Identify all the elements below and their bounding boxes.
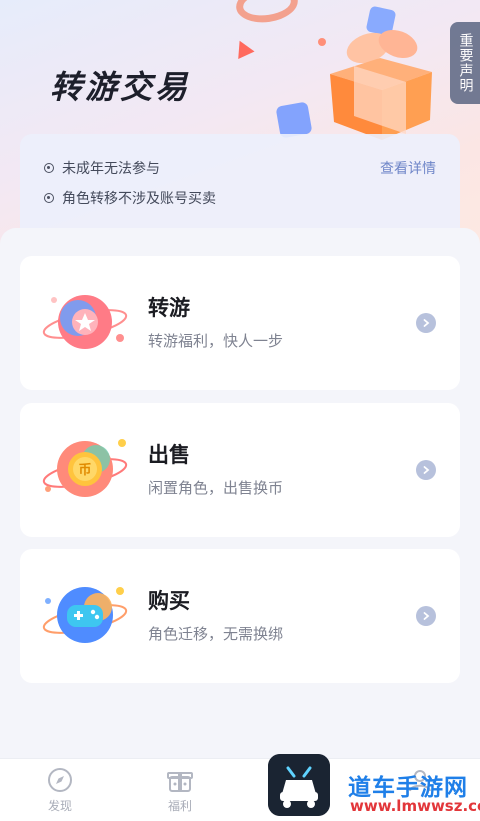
gift-box-illustration: [330, 29, 432, 140]
menu-card-transfer[interactable]: 转游 转游福利，快人一步: [20, 256, 460, 390]
info-item-text: 未成年无法参与: [62, 161, 160, 177]
important-notice-tab[interactable]: 重要声明: [450, 22, 480, 104]
chevron-right-icon[interactable]: [416, 460, 436, 480]
nav-item-discover[interactable]: 发现: [30, 767, 90, 814]
menu-card-sell[interactable]: 币 出售 闲置角色，出售换币: [20, 403, 460, 537]
menu-title: 购买: [148, 589, 190, 613]
menu-subtitle: 闲置角色，出售换币: [148, 479, 284, 497]
decor-cone: [231, 36, 255, 60]
menu-title: 出售: [148, 443, 190, 467]
bullet-icon: [44, 193, 54, 203]
info-item: 角色转移不涉及账号买卖: [44, 188, 216, 208]
compass-icon: [48, 768, 72, 792]
view-details-link[interactable]: 查看详情: [380, 158, 436, 178]
gift-box-icon: [167, 772, 193, 792]
nav-label: 发现: [47, 799, 72, 813]
svg-text:币: 币: [78, 463, 91, 478]
chevron-right-icon[interactable]: [416, 606, 436, 626]
info-item-text: 角色转移不涉及账号买卖: [62, 191, 216, 207]
star-planet-icon: [42, 295, 128, 349]
info-card: 未成年无法参与 角色转移不涉及账号买卖 查看详情: [20, 134, 460, 236]
menu-title: 转游: [148, 296, 190, 320]
menu-card-buy[interactable]: 购买 角色迁移，无需换绑: [20, 549, 460, 683]
decor-cube: [275, 101, 313, 139]
chevron-right-icon[interactable]: [416, 313, 436, 333]
bullet-icon: [44, 163, 54, 173]
watermark-url: www.lmwwsz.com: [350, 797, 480, 815]
nav-label: 福利: [167, 799, 192, 813]
decor-ring: [233, 0, 301, 27]
page-title: 转游交易: [50, 68, 191, 106]
info-item: 未成年无法参与: [44, 158, 160, 178]
watermark-logo: [268, 754, 330, 816]
menu-subtitle: 转游福利，快人一步: [148, 332, 284, 350]
gamepad-planet-icon: [42, 587, 128, 643]
coin-planet-icon: 币: [42, 439, 128, 497]
nav-item-welfare[interactable]: 福利: [150, 767, 210, 814]
menu-subtitle: 角色迁移，无需换绑: [148, 625, 284, 643]
